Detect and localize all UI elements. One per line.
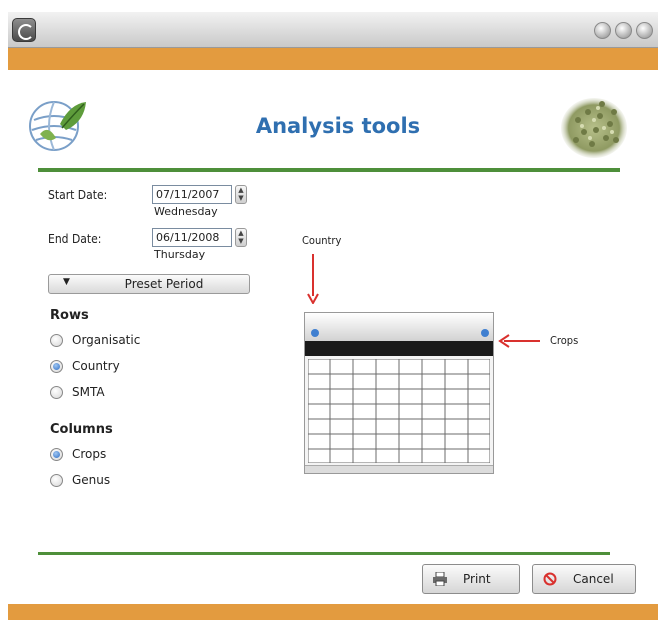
preview-footer (305, 465, 493, 473)
radio-button-selected[interactable] (50, 360, 63, 373)
radio-button[interactable] (50, 334, 63, 347)
radio-button-selected[interactable] (50, 448, 63, 461)
country-axis-label: Country (302, 234, 342, 247)
print-button[interactable]: Print (422, 564, 520, 594)
bottom-accent-bar (8, 604, 658, 620)
preview-logo-dot (311, 329, 319, 337)
preview-column-header-bar (305, 341, 493, 356)
preview-header (305, 313, 493, 341)
radio-label: SMTA (72, 385, 105, 399)
preset-period-button[interactable]: ▼ Preset Period (48, 274, 250, 294)
cancel-button-label: Cancel (573, 572, 614, 586)
cancel-button[interactable]: Cancel (532, 564, 636, 594)
globe-leaf-logo-icon (29, 101, 86, 151)
dialog-content: Analysis tools Start Date: 07/11/2007 ▲ … (8, 70, 658, 604)
radio-button[interactable] (50, 386, 63, 399)
start-date-field[interactable]: 07/11/2007 (152, 185, 232, 204)
app-window: Analysis tools Start Date: 07/11/2007 ▲ … (8, 12, 658, 620)
country-arrow-line (312, 254, 314, 296)
crops-axis-label: Crops (550, 334, 579, 347)
print-button-label: Print (463, 572, 491, 586)
columns-section-title: Columns (50, 422, 113, 437)
cancel-icon (543, 572, 557, 586)
page-title: Analysis tools (255, 114, 421, 138)
start-day-name: Wednesday (154, 205, 218, 218)
footer-divider (38, 552, 610, 555)
printer-icon (433, 572, 447, 586)
preview-logo-dot (481, 329, 489, 337)
end-date-field[interactable]: 06/11/2008 (152, 228, 232, 247)
arrow-down-icon (307, 293, 319, 304)
start-date-label: Start Date: (48, 188, 108, 202)
rows-section-title: Rows (50, 308, 89, 323)
top-accent-bar (8, 48, 658, 70)
header-divider (38, 168, 620, 172)
radio-label: Organisatic (72, 333, 141, 347)
preset-period-label: Preset Period (124, 277, 204, 291)
preview-grid (308, 359, 490, 463)
report-preview-thumbnail (304, 312, 494, 474)
title-bar[interactable] (8, 12, 658, 48)
start-date-spinner[interactable]: ▲ ▼ (235, 185, 247, 204)
end-date-label: End Date: (48, 232, 102, 246)
maximize-button[interactable] (615, 22, 632, 39)
seeds-image (561, 98, 627, 158)
end-day-name: Thursday (154, 248, 206, 261)
radio-button[interactable] (50, 474, 63, 487)
minimize-button[interactable] (594, 22, 611, 39)
arrow-left-icon (498, 334, 510, 348)
radio-label: Country (72, 359, 120, 373)
radio-label: Crops (72, 447, 107, 461)
radio-label: Genus (72, 473, 111, 487)
end-date-spinner[interactable]: ▲ ▼ (235, 228, 247, 247)
close-window-button[interactable] (636, 22, 653, 39)
app-icon (12, 18, 36, 42)
